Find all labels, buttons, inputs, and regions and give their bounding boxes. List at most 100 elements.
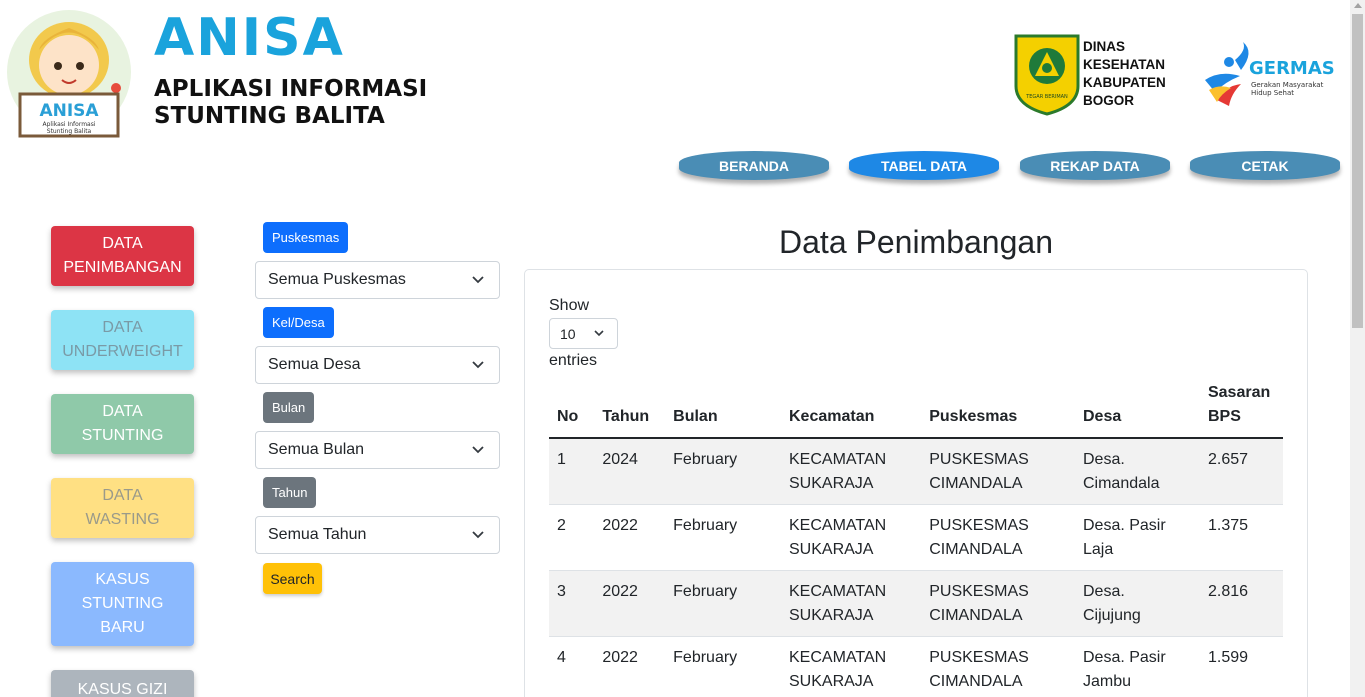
chevron-down-icon xyxy=(472,276,484,284)
sidebar-label: UNDERWEIGHT xyxy=(62,343,183,360)
germas-logo: GERMAS Gerakan Masyarakat Hidup Sehat xyxy=(1205,42,1335,106)
cell-no: 1 xyxy=(549,438,591,505)
sidebar-label: WASTING xyxy=(85,511,160,528)
cell-puskesmas: PUSKESMAS CIMANDALA xyxy=(917,504,1071,571)
cell-kecamatan: KECAMATAN SUKARAJA xyxy=(777,570,918,637)
sidebar-item-kasus-stunting-baru[interactable]: KASUS STUNTING BARU xyxy=(51,562,194,646)
puskesmas-select[interactable]: Semua Puskesmas xyxy=(255,261,500,299)
desa-filter-label: Kel/Desa xyxy=(263,307,334,338)
cell-bulan: February xyxy=(661,636,777,697)
cell-kecamatan: KECAMATAN SUKARAJA xyxy=(777,438,918,505)
sidebar-item-data-underweight[interactable]: DATA UNDERWEIGHT xyxy=(51,310,194,370)
table-row: 1 2024 February KECAMATAN SUKARAJA PUSKE… xyxy=(549,438,1283,505)
sidebar-label: KASUS GIZI xyxy=(77,681,168,697)
column-header-sasaran-bps[interactable]: Sasaran BPS xyxy=(1195,377,1283,439)
cell-sasaran-bps: 1.375 xyxy=(1195,504,1283,571)
table-row: 4 2022 February KECAMATAN SUKARAJA PUSKE… xyxy=(549,636,1283,697)
entries-label: entries xyxy=(549,352,598,369)
dinas-emblem-logo: TEGAR BERIMAN xyxy=(1014,34,1080,116)
search-button[interactable]: Search xyxy=(263,563,322,594)
cell-desa: Desa. Cimandala xyxy=(1070,438,1196,505)
sidebar-label: DATA xyxy=(102,487,143,504)
sidebar-label: PENIMBANGAN xyxy=(63,259,182,276)
dinas-line: DINAS xyxy=(1083,39,1126,54)
sidebar-label: DATA xyxy=(102,235,143,252)
cell-puskesmas: PUSKESMAS CIMANDALA xyxy=(917,570,1071,637)
show-entries-label: Show xyxy=(549,297,590,314)
cell-bulan: February xyxy=(661,570,777,637)
dinas-line: BOGOR xyxy=(1083,93,1135,108)
germas-sub1: Gerakan Masyarakat xyxy=(1251,81,1324,89)
column-header-desa[interactable]: Desa xyxy=(1070,377,1196,439)
column-header-tahun[interactable]: Tahun xyxy=(590,377,662,439)
mascot-sign-sub2: Stunting Balita xyxy=(47,128,92,135)
nav-rekap-data[interactable]: REKAP DATA xyxy=(1020,151,1170,180)
puskesmas-filter-label: Puskesmas xyxy=(263,222,349,253)
entries-length-select[interactable]: 10 xyxy=(549,318,618,349)
nav-beranda[interactable]: BERANDA xyxy=(679,151,829,180)
bulan-filter-label: Bulan xyxy=(263,392,315,423)
anisa-mascot-logo: ANISA Aplikasi Informasi Stunting Balita xyxy=(7,10,131,138)
bulan-select-value: Semua Bulan xyxy=(268,441,365,458)
page-scrollbar[interactable] xyxy=(1350,0,1365,697)
dinas-emblem-text: TEGAR BERIMAN xyxy=(1025,94,1068,100)
scrollbar-thumb[interactable] xyxy=(1352,14,1363,328)
cell-bulan: February xyxy=(661,504,777,571)
brand-subtitle-line2: STUNTING BALITA xyxy=(154,103,385,129)
brand-subtitle: APLIKASI INFORMASI STUNTING BALITA xyxy=(154,76,427,130)
cell-no: 4 xyxy=(549,636,591,697)
cell-desa: Desa. Cijujung xyxy=(1070,570,1196,637)
column-header-no[interactable]: No xyxy=(549,377,591,439)
chevron-down-icon xyxy=(472,446,484,454)
nav-tabel-data[interactable]: TABEL DATA xyxy=(849,151,999,180)
sidebar-item-data-wasting[interactable]: DATA WASTING xyxy=(51,478,194,538)
cell-kecamatan: KECAMATAN SUKARAJA xyxy=(777,636,918,697)
sidebar-label: BARU xyxy=(100,619,145,636)
desa-select[interactable]: Semua Desa xyxy=(255,346,500,384)
dinas-kesehatan-text: DINAS KESEHATAN KABUPATEN BOGOR xyxy=(1083,38,1166,110)
sidebar-label: STUNTING xyxy=(81,427,164,444)
sidebar-item-kasus-gizi[interactable]: KASUS GIZI xyxy=(51,670,194,697)
page-title: Data Penimbangan xyxy=(779,224,1053,260)
tahun-select[interactable]: Semua Tahun xyxy=(255,516,500,554)
cell-no: 3 xyxy=(549,570,591,637)
cell-desa: Desa. Pasir Jambu xyxy=(1070,636,1196,697)
mascot-sign-sub1: Aplikasi Informasi xyxy=(42,121,95,128)
cell-tahun: 2024 xyxy=(590,438,662,505)
dinas-line: KABUPATEN xyxy=(1083,75,1166,90)
bulan-select[interactable]: Semua Bulan xyxy=(255,431,500,469)
chevron-down-icon xyxy=(594,330,604,337)
cell-desa: Desa. Pasir Laja xyxy=(1070,504,1196,571)
column-header-puskesmas[interactable]: Puskesmas xyxy=(917,377,1071,439)
sidebar-label: DATA xyxy=(102,403,143,420)
data-table: No Tahun Bulan Kecamatan Puskesmas Desa … xyxy=(549,377,1283,697)
tahun-filter-label: Tahun xyxy=(263,477,317,508)
scroll-up-arrow-icon[interactable] xyxy=(1354,3,1362,8)
table-header-row: No Tahun Bulan Kecamatan Puskesmas Desa … xyxy=(549,377,1283,439)
mascot-sign-text: ANISA xyxy=(39,101,99,121)
nav-cetak[interactable]: CETAK xyxy=(1190,151,1340,180)
table-row: 3 2022 February KECAMATAN SUKARAJA PUSKE… xyxy=(549,570,1283,637)
cell-sasaran-bps: 1.599 xyxy=(1195,636,1283,697)
sidebar-label: STUNTING xyxy=(81,595,164,612)
cell-tahun: 2022 xyxy=(590,504,662,571)
entries-length-value: 10 xyxy=(560,325,576,342)
germas-title: GERMAS xyxy=(1249,58,1335,79)
chevron-down-icon xyxy=(472,361,484,369)
sidebar-label: DATA xyxy=(102,319,143,336)
sidebar-label: KASUS xyxy=(95,571,150,588)
puskesmas-select-value: Semua Puskesmas xyxy=(268,271,406,288)
cell-no: 2 xyxy=(549,504,591,571)
column-header-kecamatan[interactable]: Kecamatan xyxy=(777,377,918,439)
dinas-line: KESEHATAN xyxy=(1083,57,1166,72)
cell-bulan: February xyxy=(661,438,777,505)
sidebar-item-data-stunting[interactable]: DATA STUNTING xyxy=(51,394,194,454)
desa-select-value: Semua Desa xyxy=(268,356,361,373)
cell-tahun: 2022 xyxy=(590,636,662,697)
germas-sub2: Hidup Sehat xyxy=(1251,89,1294,97)
column-header-bulan[interactable]: Bulan xyxy=(661,377,777,439)
brand-title: ANISA xyxy=(154,8,345,68)
cell-puskesmas: PUSKESMAS CIMANDALA xyxy=(917,636,1071,697)
cell-puskesmas: PUSKESMAS CIMANDALA xyxy=(917,438,1071,505)
sidebar-item-data-penimbangan[interactable]: DATA PENIMBANGAN xyxy=(51,226,194,286)
